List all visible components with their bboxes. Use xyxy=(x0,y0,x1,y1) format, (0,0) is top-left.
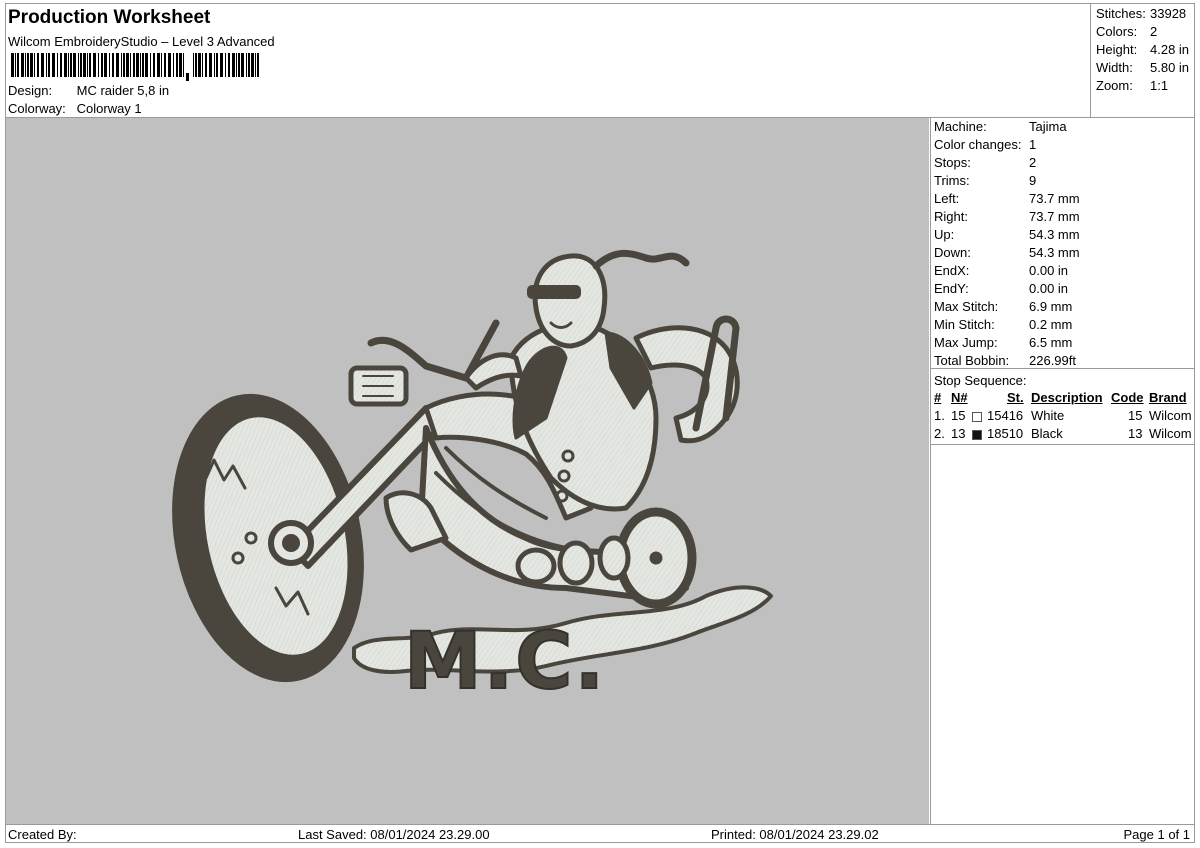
last-saved: Last Saved: 08/01/2024 23.29.00 xyxy=(298,827,490,842)
color-swatch xyxy=(972,430,982,440)
machine-info-row: Min Stitch: 0.2 mm xyxy=(934,317,1073,332)
machine-info-row: Right: 73.7 mm xyxy=(934,209,1080,224)
stat-stitches: Stitches: 33928 xyxy=(1096,6,1187,21)
rider-head xyxy=(532,253,608,349)
machine-info-row: Total Bobbin: 226.99ft xyxy=(934,353,1076,368)
printed-date: Printed: 08/01/2024 23.29.02 xyxy=(711,827,879,842)
machine-info-row: Machine: Tajima xyxy=(934,119,1067,134)
page-title: Production Worksheet xyxy=(8,7,211,28)
summary-stats: Stitches: 33928 Colors: 2 Height: 4.28 in W… xyxy=(1090,3,1195,117)
rider-ponytail xyxy=(592,249,690,270)
color-swatch xyxy=(972,412,982,422)
col-num-header: # xyxy=(934,390,942,405)
colorway-label: Colorway: xyxy=(8,101,66,116)
machine-info-row: Trims: 9 xyxy=(934,173,1037,188)
col-brand-header: Brand xyxy=(1149,390,1187,405)
mc-letters: M.C. xyxy=(404,617,606,707)
stat-zoom: Zoom: 1:1 xyxy=(1096,78,1169,93)
panel-divider-top xyxy=(931,368,1195,369)
machine-info-row: Down: 54.3 mm xyxy=(934,245,1080,260)
page-number: Page 1 of 1 xyxy=(1123,827,1191,842)
colorway-value: Colorway 1 xyxy=(76,101,142,116)
machine-info-row: EndX: 0.00 in xyxy=(934,263,1069,278)
machine-info-panel: Machine: Tajima Color changes: 1 Stops: 2 Trim… xyxy=(930,118,1195,824)
stat-colors: Colors: 2 xyxy=(1096,24,1158,39)
software-name: Wilcom EmbroideryStudio – Level 3 Advanc… xyxy=(8,34,275,49)
machine-info-row: Stops: 2 xyxy=(934,155,1037,170)
table-row: 2. 13 18510 Black 13 Wilcom xyxy=(934,426,1192,441)
machine-info-row: Color changes: 1 xyxy=(934,137,1037,152)
created-by: Created By: xyxy=(8,827,77,842)
machine-info-row: Left: 73.7 mm xyxy=(934,191,1080,206)
stop-sequence-title: Stop Sequence: xyxy=(934,373,1027,388)
machine-info-row: Max Jump: 6.5 mm xyxy=(934,335,1073,350)
table-row: 1. 15 15416 White 15 Wilcom xyxy=(934,408,1192,423)
worksheet-header: Production Worksheet Wilcom EmbroiderySt… xyxy=(5,3,1090,117)
panel-divider-bottom xyxy=(931,444,1195,445)
machine-info-row: Max Stitch: 6.9 mm xyxy=(934,299,1073,314)
machine-info-row: Up: 54.3 mm xyxy=(934,227,1080,242)
barcode xyxy=(11,53,259,81)
stat-width: Width: 5.80 in xyxy=(1096,60,1190,75)
worksheet-footer: Created By: Last Saved: 08/01/2024 23.29… xyxy=(5,824,1195,843)
design-name-line: Design: MC raider 5,8 in xyxy=(8,83,169,98)
col-stitches-header: St. xyxy=(1007,390,1024,405)
design-value: MC raider 5,8 in xyxy=(76,83,170,98)
stat-height: Height: 4.28 in xyxy=(1096,42,1190,57)
design-label: Design: xyxy=(8,83,53,98)
machine-info-row: EndY: 0.00 in xyxy=(934,281,1069,296)
embroidery-design: M.C. xyxy=(172,249,773,708)
colorway-line: Colorway: Colorway 1 xyxy=(8,101,142,116)
col-code-header: Code xyxy=(1111,390,1144,405)
col-needle-header: N# xyxy=(951,390,968,405)
col-description-header: Description xyxy=(1031,390,1103,405)
rider-sunglasses xyxy=(527,285,581,299)
design-canvas: M.C. xyxy=(6,118,929,824)
